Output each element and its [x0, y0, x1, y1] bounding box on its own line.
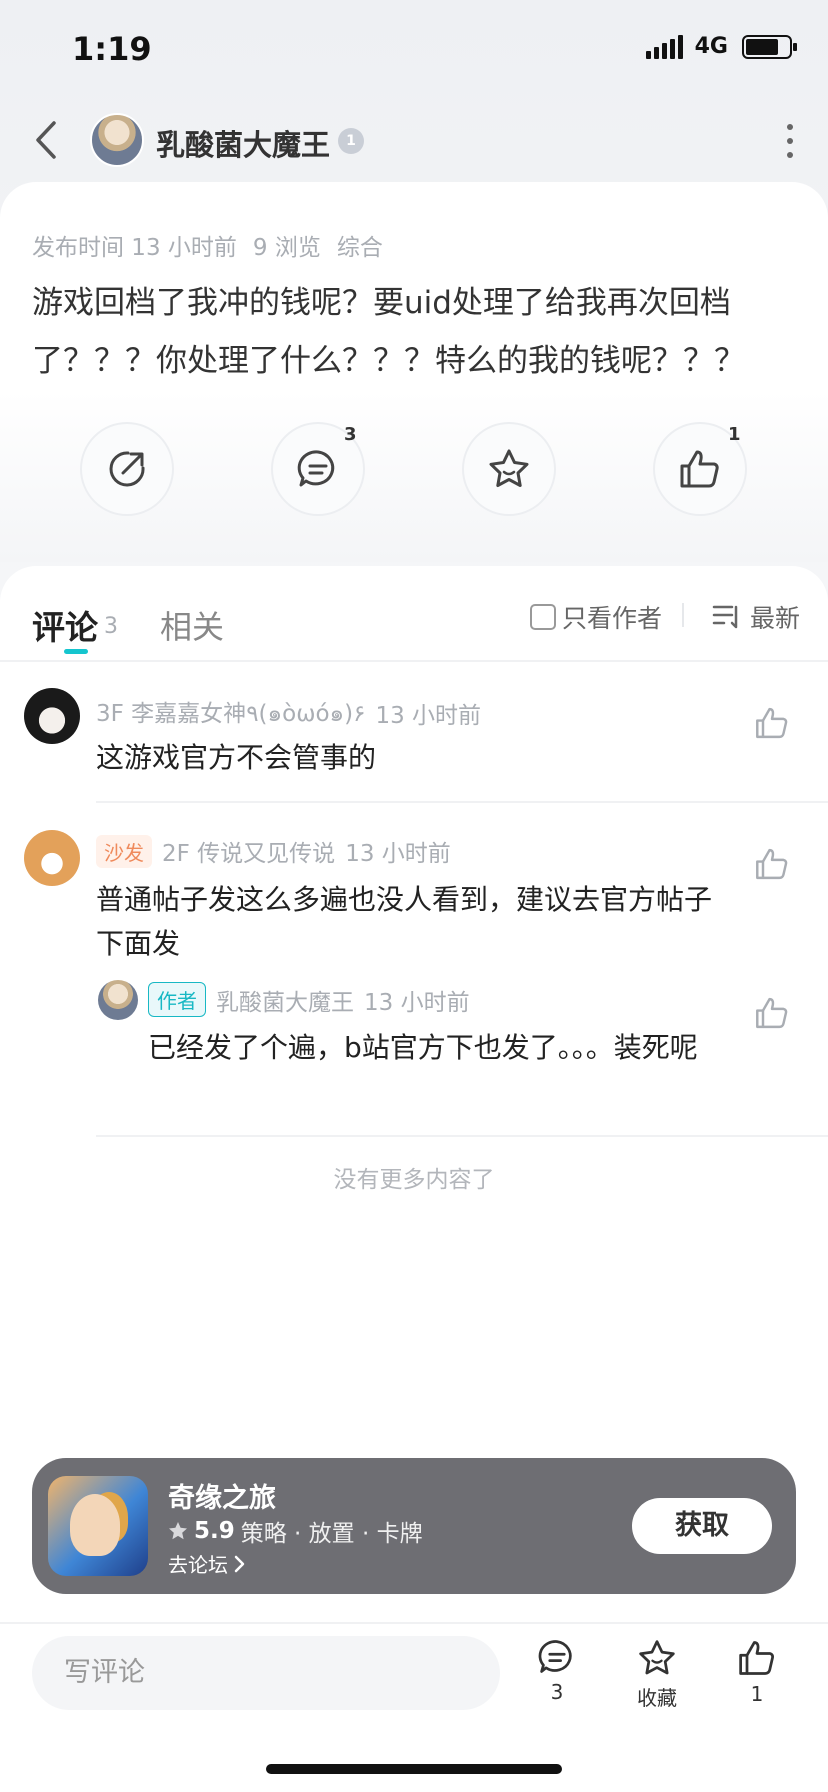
star-icon: [639, 1640, 675, 1675]
thumbs-up-icon: [680, 450, 719, 488]
tabs-divider: [0, 660, 828, 662]
comment-divider: [96, 1135, 828, 1137]
comment-meta: 沙发 2F 传说又见传说 13 小时前: [96, 834, 451, 868]
share-button[interactable]: [80, 422, 174, 516]
divider: [682, 603, 684, 627]
level-badge: 1: [338, 128, 364, 154]
active-tab-indicator: [64, 649, 88, 654]
back-button[interactable]: [26, 116, 66, 164]
sort-button[interactable]: 最新: [712, 599, 800, 635]
comment-icon: [538, 1640, 572, 1673]
tab-related[interactable]: 相关: [160, 602, 224, 648]
no-more-content: 没有更多内容了: [333, 1167, 495, 1193]
comment-user[interactable]: 2F 传说又见传说: [162, 834, 335, 868]
star-icon: [169, 1522, 187, 1540]
status-indicators: 4G: [645, 34, 797, 59]
dot-icon: [787, 124, 793, 130]
sort-label: 最新: [750, 604, 801, 633]
forum-link[interactable]: 去论坛: [168, 1549, 246, 1578]
star-icon: [489, 449, 529, 487]
reply-text: 已经发了个遍，b站官方下也发了。。。装死呢: [148, 1031, 698, 1064]
reply-avatar[interactable]: [98, 980, 138, 1020]
home-indicator: [266, 1764, 562, 1774]
post-meta: 发布时间 13 小时前 9 浏览 综合: [32, 228, 383, 262]
chevron-right-icon: [234, 1555, 245, 1572]
bottom-comment-count: 3: [550, 1680, 564, 1704]
bottom-comment-button[interactable]: 3: [512, 1638, 602, 1704]
comment-text: 普通帖子发这么多遍也没人看到，建议去官方帖子下面发: [96, 883, 713, 960]
sort-icon: [712, 605, 738, 629]
more-options-button[interactable]: [784, 124, 796, 158]
comment-meta: 3F 李嘉嘉女神٩(๑òωó๑)۶ 13 小时前: [96, 694, 481, 732]
reply-meta: 作者 乳酸菌大魔王 13 小时前: [148, 982, 470, 1017]
bottom-favorite-button[interactable]: 收藏: [612, 1638, 702, 1711]
comment-divider: [96, 801, 828, 803]
reply-like-icon[interactable]: [754, 995, 790, 1031]
comment-like-icon[interactable]: [754, 846, 790, 882]
chevron-left-icon: [36, 121, 56, 159]
game-tags: 策略 · 放置 · 卡牌: [240, 1521, 423, 1547]
game-score: 5.9: [194, 1518, 235, 1544]
bottom-favorite-label: 收藏: [637, 1686, 677, 1710]
post-content: 游戏回档了我冲的钱呢？要uid处理了给我再次回档了？？？你处理了什么？？？特么的…: [32, 285, 745, 379]
get-game-button[interactable]: 获取: [632, 1498, 772, 1554]
post-category[interactable]: 综合: [337, 228, 383, 262]
publish-time: 发布时间 13 小时前: [32, 235, 237, 261]
dot-icon: [787, 138, 793, 144]
write-comment-input[interactable]: 写评论: [32, 1636, 500, 1710]
bottom-like-count: 1: [750, 1682, 764, 1706]
only-author-toggle[interactable]: 只看作者: [530, 599, 662, 635]
comment-time: 13 小时前: [375, 703, 482, 729]
game-icon[interactable]: [48, 1476, 148, 1576]
commenter-avatar[interactable]: [24, 830, 80, 886]
tab-comments-count: 3: [104, 614, 118, 639]
favorite-button[interactable]: [462, 422, 556, 516]
checkbox-icon[interactable]: [530, 604, 556, 630]
game-name[interactable]: 奇缘之旅: [168, 1476, 276, 1515]
comment-text: 这游戏官方不会管事的: [96, 741, 377, 774]
dot-icon: [787, 152, 793, 158]
comment-icon: [297, 450, 335, 487]
status-time: 1:19: [72, 30, 152, 68]
author-name[interactable]: 乳酸菌大魔王: [156, 122, 330, 164]
author-tag: 作者: [148, 982, 206, 1017]
view-count: 9 浏览: [252, 235, 321, 261]
sofa-tag: 沙发: [96, 834, 152, 868]
forum-link-label: 去论坛: [168, 1553, 228, 1577]
signal-icon: [645, 34, 683, 59]
battery-icon: [742, 34, 797, 59]
bottom-like-button[interactable]: 1: [712, 1638, 802, 1706]
commenter-avatar[interactable]: [24, 688, 80, 744]
game-info: 5.9 策略 · 放置 · 卡牌: [168, 1514, 423, 1548]
comment-like-icon[interactable]: [754, 705, 790, 741]
like-count: 1: [728, 424, 741, 445]
comment-user[interactable]: 3F 李嘉嘉女神٩(๑òωó๑)۶: [96, 694, 365, 732]
network-type: 4G: [694, 34, 728, 59]
thumbs-up-icon: [739, 1641, 774, 1675]
only-author-label: 只看作者: [562, 604, 663, 633]
reply-user[interactable]: 乳酸菌大魔王: [216, 983, 354, 1017]
author-avatar[interactable]: [90, 113, 144, 167]
tab-comments[interactable]: 评论: [32, 601, 98, 649]
reply-time: 13 小时前: [364, 989, 470, 1016]
share-icon: [109, 451, 145, 487]
comment-time: 13 小时前: [345, 841, 451, 867]
comment-count: 3: [344, 424, 357, 445]
